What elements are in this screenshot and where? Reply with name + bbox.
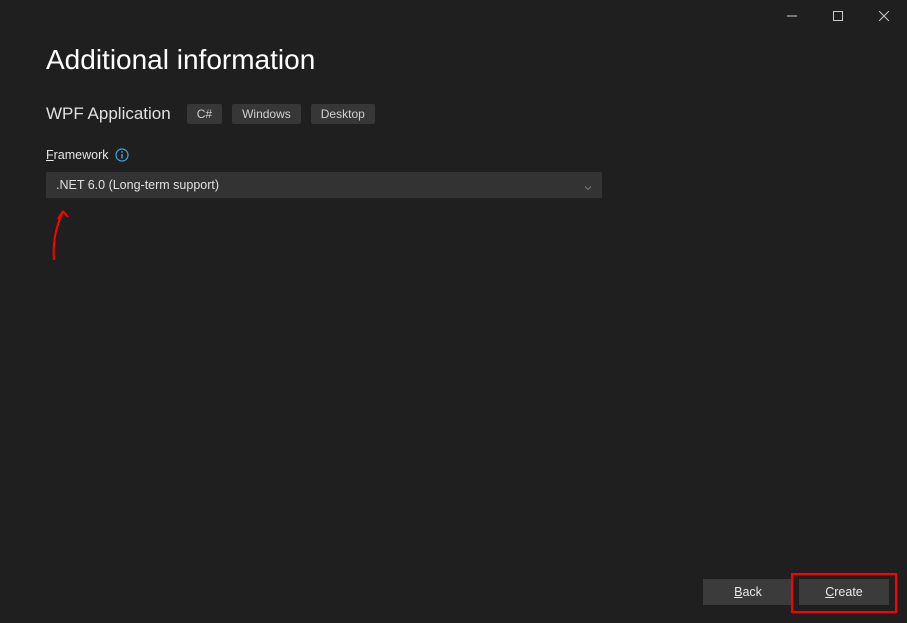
template-row: WPF Application C# Windows Desktop: [46, 104, 861, 124]
annotation-arrow: [46, 205, 76, 265]
tag-csharp: C#: [187, 104, 222, 124]
tag-windows: Windows: [232, 104, 301, 124]
titlebar: [0, 0, 907, 32]
chevron-down-icon: [584, 181, 592, 189]
framework-label: Framework: [46, 148, 109, 162]
framework-label-row: Framework: [46, 148, 861, 162]
info-icon[interactable]: [115, 148, 129, 162]
maximize-button[interactable]: [815, 0, 861, 32]
minimize-button[interactable]: [769, 0, 815, 32]
tag-desktop: Desktop: [311, 104, 375, 124]
create-button[interactable]: Create: [799, 579, 889, 605]
page-title: Additional information: [46, 44, 861, 76]
close-button[interactable]: [861, 0, 907, 32]
button-bar: Back Create: [703, 579, 889, 605]
template-name: WPF Application: [46, 104, 171, 124]
framework-selected-value: .NET 6.0 (Long-term support): [56, 178, 219, 192]
minimize-icon: [787, 11, 797, 21]
maximize-icon: [833, 11, 843, 21]
close-icon: [879, 11, 889, 21]
framework-select[interactable]: .NET 6.0 (Long-term support): [46, 172, 602, 198]
back-button[interactable]: Back: [703, 579, 793, 605]
content-area: Additional information WPF Application C…: [0, 32, 907, 198]
